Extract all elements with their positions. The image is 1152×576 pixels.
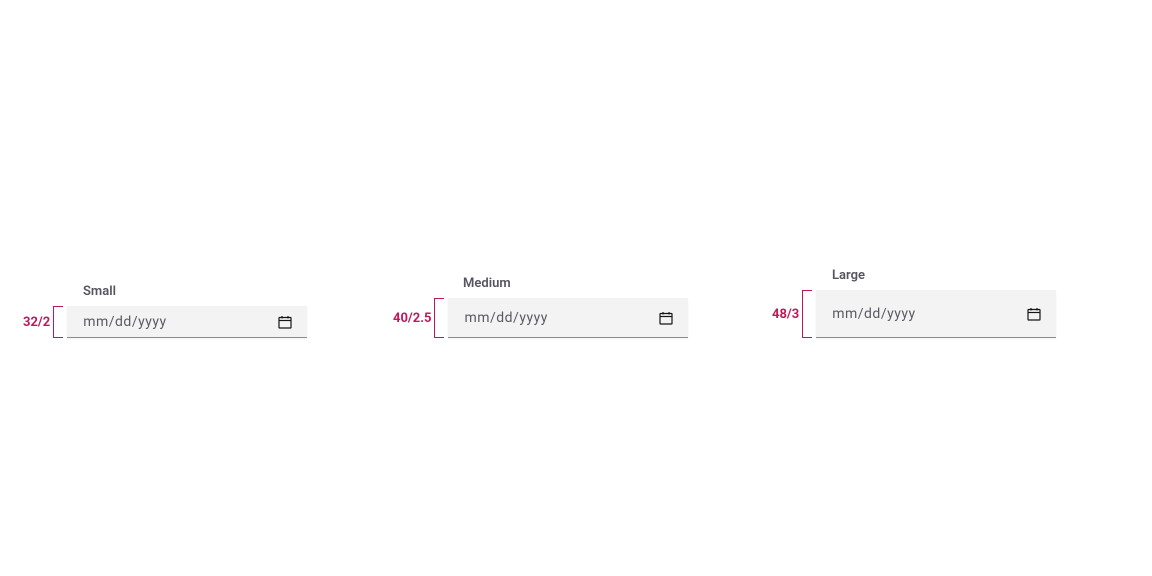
date-input-medium[interactable]: mm/dd/yyyy: [448, 298, 688, 338]
date-placeholder: mm/dd/yyyy: [83, 314, 166, 330]
date-placeholder: mm/dd/yyyy: [832, 306, 915, 322]
date-input-variant-medium: Medium 40/2.5 mm/dd/yyyy: [393, 298, 688, 338]
variant-label-medium: Medium: [463, 276, 511, 291]
calendar-icon[interactable]: [277, 314, 293, 330]
date-input-variant-small: Small 32/2 mm/dd/yyyy: [23, 306, 307, 338]
dimension-annotation-medium: 40/2.5: [393, 298, 444, 338]
date-input-large[interactable]: mm/dd/yyyy: [816, 290, 1056, 338]
calendar-icon[interactable]: [1026, 306, 1042, 322]
dimension-text: 40/2.5: [393, 311, 431, 326]
variant-label-small: Small: [83, 284, 116, 299]
date-input-variant-large: Large 48/3 mm/dd/yyyy: [772, 290, 1056, 338]
date-input-small[interactable]: mm/dd/yyyy: [67, 306, 307, 338]
calendar-icon[interactable]: [658, 310, 674, 326]
dimension-bracket: [434, 298, 444, 338]
dimension-bracket: [53, 306, 63, 338]
date-placeholder: mm/dd/yyyy: [464, 310, 547, 326]
dimension-bracket: [802, 290, 812, 338]
dimension-text: 48/3: [772, 307, 799, 322]
dimension-annotation-large: 48/3: [772, 290, 812, 338]
dimension-annotation-small: 32/2: [23, 306, 63, 338]
variant-label-large: Large: [832, 268, 865, 283]
dimension-text: 32/2: [23, 315, 50, 330]
